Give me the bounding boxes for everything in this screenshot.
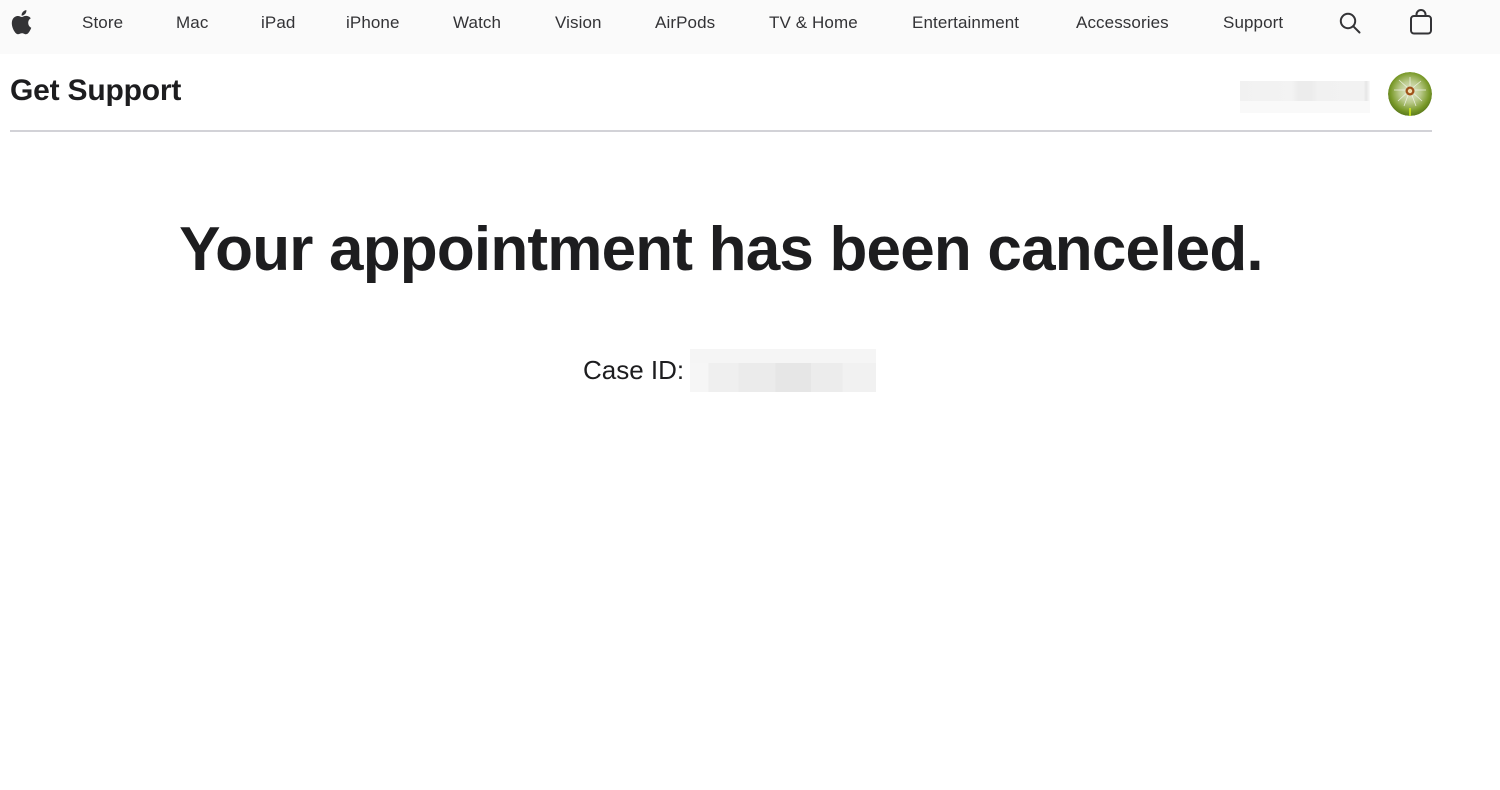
nav-item-ipad[interactable]: iPad	[261, 0, 295, 46]
avatar[interactable]	[1388, 72, 1432, 116]
nav-item-store[interactable]: Store	[82, 0, 123, 46]
nav-item-vision[interactable]: Vision	[555, 0, 602, 46]
case-id-row: Case ID:	[583, 348, 877, 392]
nav-item-accessories[interactable]: Accessories	[1076, 0, 1169, 46]
nav-item-iphone[interactable]: iPhone	[346, 0, 400, 46]
nav-item-watch[interactable]: Watch	[453, 0, 501, 46]
account-name-redacted	[1240, 81, 1370, 113]
case-id-label: Case ID:	[583, 354, 685, 385]
cancellation-headline: Your appointment has been canceled.	[179, 215, 1263, 284]
avatar-dandelion-icon	[1388, 72, 1432, 116]
global-nav: Store Mac iPad iPhone Watch Vision AirPo…	[0, 0, 1500, 54]
case-id-value-redacted	[690, 348, 877, 392]
search-icon[interactable]	[1338, 11, 1362, 35]
nav-item-airpods[interactable]: AirPods	[655, 0, 715, 46]
apple-logo-icon[interactable]	[10, 9, 32, 35]
page-title[interactable]: Get Support	[10, 74, 181, 108]
nav-item-entertainment[interactable]: Entertainment	[912, 0, 1019, 46]
nav-item-tv-home[interactable]: TV & Home	[769, 0, 858, 46]
nav-item-support[interactable]: Support	[1223, 0, 1283, 46]
support-subnav: Get Support	[10, 54, 1432, 132]
nav-item-mac[interactable]: Mac	[176, 0, 208, 46]
shopping-bag-icon[interactable]	[1409, 9, 1433, 35]
